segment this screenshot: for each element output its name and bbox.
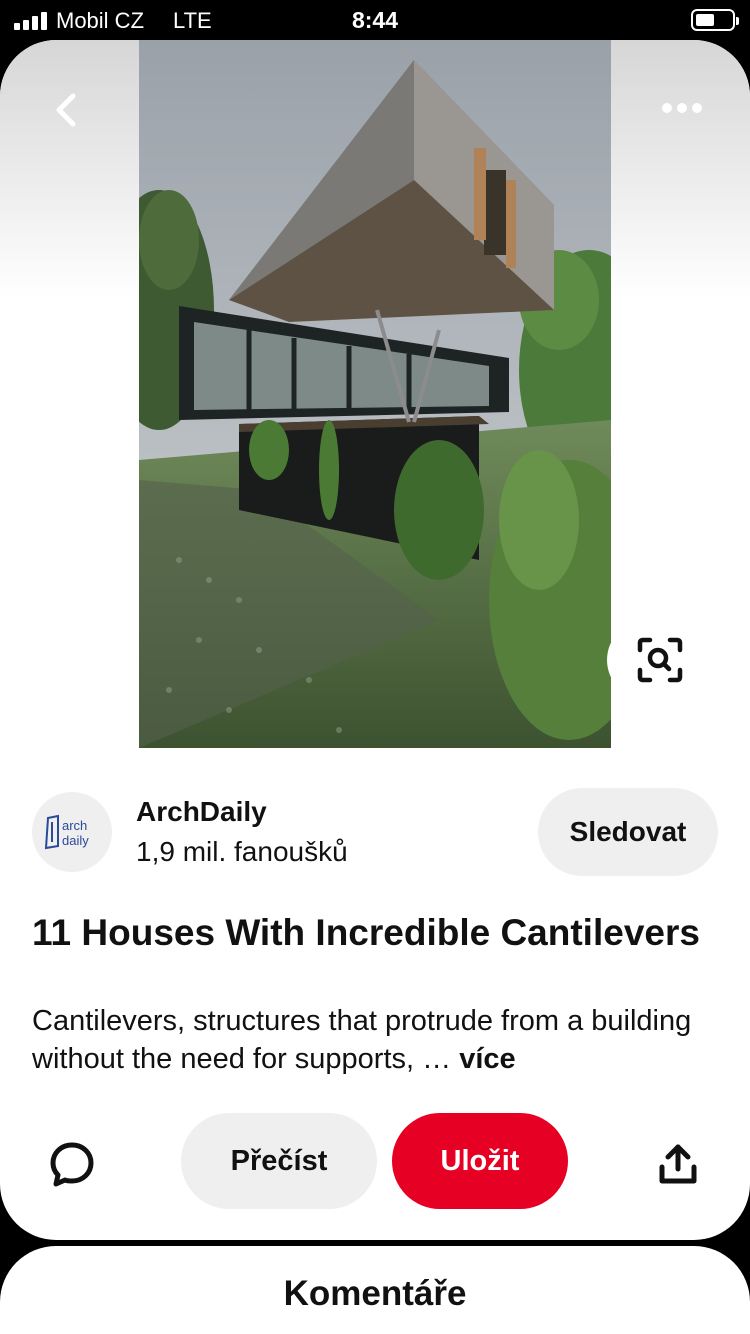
pin-description: Cantilevers, structures that protrude fr… [32,1002,722,1078]
share-upload-icon [659,1144,697,1184]
clock: 8:44 [351,7,399,33]
comments-title: Komentáře [283,1274,467,1313]
share-button[interactable] [648,1134,708,1194]
chevron-left-icon [56,93,76,127]
back-button[interactable] [40,84,92,136]
visual-search-button[interactable] [607,620,717,700]
creator-followers: 1,9 mil. fanoušků [136,836,348,867]
creator-name[interactable]: ArchDaily [136,796,267,828]
read-button[interactable]: Přečíst [181,1113,377,1209]
house-photo-icon [139,40,611,748]
more-link[interactable]: více [459,1043,515,1075]
comment-button[interactable] [42,1134,102,1194]
dot-icon [692,103,702,113]
dot-icon [677,103,687,113]
pin-card: arch daily ArchDaily 1,9 mil. fanoušků S… [0,40,750,1240]
pin-description-text: Cantilevers, structures that protrude fr… [32,1005,692,1075]
svg-text:daily: daily [62,833,89,848]
svg-text:arch: arch [62,818,87,833]
save-button[interactable]: Uložit [392,1113,568,1209]
status-bar: Mobil CZ LTE 8:44 [0,0,750,40]
creator-avatar[interactable]: arch daily [32,792,112,872]
more-options-button[interactable] [654,88,710,128]
comments-panel[interactable]: Komentáře [0,1246,750,1334]
follow-button[interactable]: Sledovat [538,788,718,876]
battery-icon [691,9,739,31]
archdaily-logo-icon: arch daily [44,814,89,850]
speech-bubble-icon [50,1142,94,1187]
lens-search-icon [637,637,683,683]
pin-image[interactable] [139,40,611,748]
dot-icon [662,103,672,113]
pin-title: 11 Houses With Incredible Cantilevers [32,912,700,953]
